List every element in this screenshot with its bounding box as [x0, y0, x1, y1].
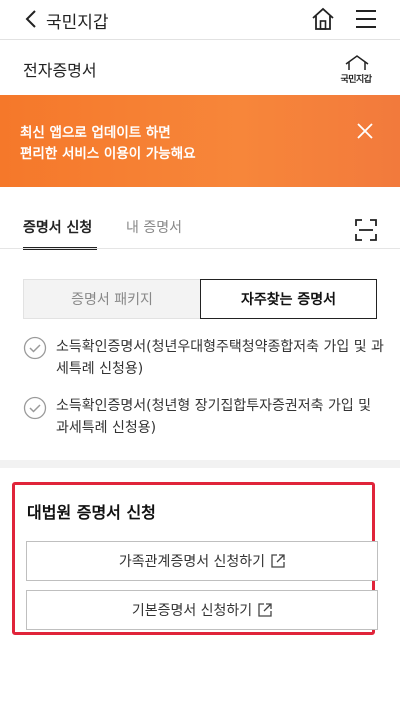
external-link-icon [258, 603, 272, 617]
tab-certificate-request[interactable]: 증명서 신청 [23, 217, 92, 237]
app-title: 국민지갑 [46, 13, 109, 33]
basic-certificate-button[interactable]: 기본증명서 신청하기 [26, 590, 378, 630]
qr-scan-icon[interactable] [355, 219, 377, 241]
logo-text: 국민지갑 [340, 75, 372, 85]
segment-certificate-package[interactable]: 증명서 패키지 [23, 279, 200, 319]
close-icon[interactable] [354, 120, 376, 142]
update-banner[interactable]: 최신 앱으로 업데이트 하면 편리한 서비스 이용이 가능해요 [0, 95, 400, 187]
logo-house-icon [345, 55, 369, 70]
certificate-name: 소득확인증명서(청년형 장기집합투자증권저축 가입 및 과세특례 신청용) [56, 398, 372, 436]
page-title: 전자증명서 [23, 61, 97, 80]
family-relation-certificate-button[interactable]: 가족관계증명서 신청하기 [26, 541, 378, 581]
home-icon[interactable] [310, 6, 336, 32]
tabs-divider [0, 248, 400, 249]
check-circle-icon[interactable] [23, 396, 47, 420]
banner-line-2: 편리한 서비스 이용이 가능해요 [20, 146, 196, 162]
tab-my-certificates[interactable]: 내 증명서 [126, 217, 182, 237]
hamburger-menu-icon[interactable] [354, 8, 378, 30]
section-title: 대법원 증명서 신청 [27, 503, 156, 522]
external-link-icon [271, 554, 285, 568]
certificate-name: 소득확인증명서(청년우대형주택청약종합저축 가입 및 과세특례 신청용) [56, 339, 384, 377]
supreme-court-section: 대법원 증명서 신청 가족관계증명서 신청하기 기본증명서 신청하기 [12, 482, 378, 635]
chevron-left-icon[interactable] [22, 9, 42, 29]
tab-bar: 증명서 신청 내 증명서 [0, 205, 400, 250]
wallet-logo: 국민지갑 [332, 55, 380, 85]
check-circle-icon[interactable] [23, 336, 47, 360]
banner-line-1: 최신 앱으로 업데이트 하면 [20, 125, 171, 141]
button-label: 가족관계증명서 신청하기 [118, 554, 266, 570]
section-separator [0, 460, 400, 468]
certificate-list: 소득확인증명서(청년우대형주택청약종합저축 가입 및 과세특례 신청용) 소득확… [0, 334, 400, 444]
top-bar: 국민지갑 [0, 0, 400, 40]
segment-frequent-certificates[interactable]: 자주찾는 증명서 [200, 279, 377, 319]
sub-header: 전자증명서 국민지갑 [0, 41, 400, 95]
button-label: 기본증명서 신청하기 [131, 603, 253, 619]
